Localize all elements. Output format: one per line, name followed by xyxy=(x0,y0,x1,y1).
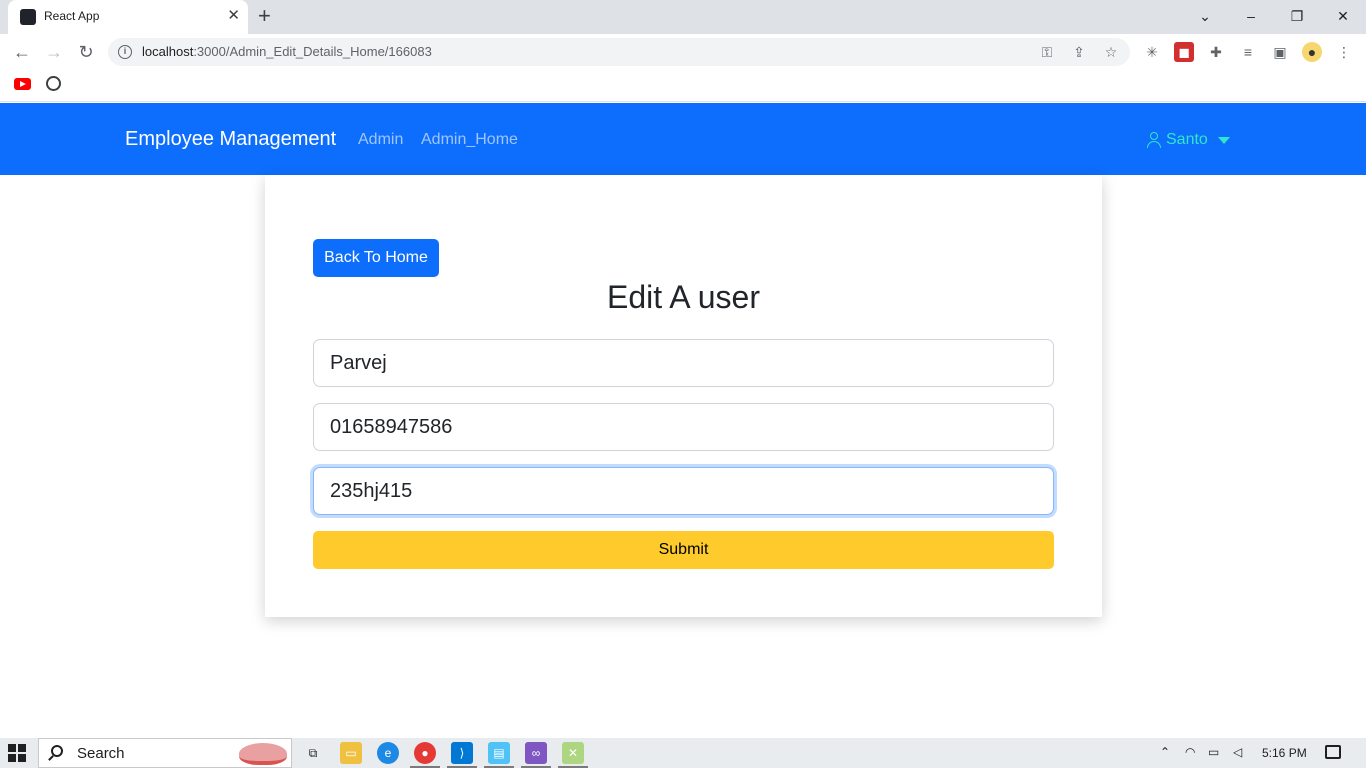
extension-bug-icon[interactable]: ✳ xyxy=(1142,42,1162,62)
close-tab-icon[interactable]: ✕ xyxy=(227,7,240,25)
page-title: Edit A user xyxy=(607,279,760,315)
file-explorer-icon[interactable]: ▭ xyxy=(340,742,362,764)
vscode-icon[interactable]: ⟩ xyxy=(447,742,477,768)
phone-input[interactable]: 01658947586 xyxy=(313,403,1054,451)
app-icon[interactable]: ✕ xyxy=(558,742,588,768)
windows-taskbar: Search ⧉ ▭ e ● ⟩ ▤ ∞ ✕ ⌃ ◠ ▭ ◁ 5:16 PM xyxy=(0,738,1366,768)
minimize-icon[interactable]: – xyxy=(1239,5,1263,27)
profile-avatar-icon[interactable]: ● xyxy=(1302,42,1322,62)
side-panel-icon[interactable]: ▣ xyxy=(1270,42,1290,62)
site-info-icon[interactable]: i xyxy=(118,45,132,59)
navbar-brand[interactable]: Employee Management xyxy=(125,128,336,151)
extension-red-icon[interactable]: ◼ xyxy=(1174,42,1194,62)
user-name: Santo xyxy=(1166,131,1208,148)
browser-tab[interactable]: React App ✕ xyxy=(8,0,248,34)
notepad-icon[interactable]: ▤ xyxy=(484,742,514,768)
edge-icon[interactable]: e xyxy=(377,742,399,764)
user-icon xyxy=(1146,132,1162,148)
reload-icon[interactable]: ↻ xyxy=(74,40,98,64)
back-to-home-button[interactable]: Back To Home xyxy=(313,239,439,277)
address-bar[interactable]: i localhost:3000/Admin_Edit_Details_Home… xyxy=(108,38,1130,66)
windows-start-icon[interactable] xyxy=(8,744,26,762)
password-input[interactable]: 235hj415 xyxy=(313,467,1054,515)
chrome-icon[interactable]: ● xyxy=(410,742,440,768)
submit-button[interactable]: Submit xyxy=(313,531,1054,569)
battery-icon[interactable]: ▭ xyxy=(1208,745,1219,759)
browser-tabstrip: React App ✕ + ⌄ – ❐ ✕ xyxy=(0,0,1366,34)
bookmark-star-icon[interactable]: ☆ xyxy=(1102,43,1120,61)
notifications-icon[interactable] xyxy=(1325,745,1341,759)
nav-link-admin[interactable]: Admin xyxy=(358,131,403,149)
wifi-icon[interactable]: ◠ xyxy=(1185,745,1195,759)
extensions-puzzle-icon[interactable]: ✚ xyxy=(1206,42,1226,62)
tray-chevron-up-icon[interactable]: ⌃ xyxy=(1160,745,1170,759)
url-text: localhost:3000/Admin_Edit_Details_Home/1… xyxy=(142,44,432,59)
nav-link-admin-home[interactable]: Admin_Home xyxy=(421,131,518,149)
globe-icon[interactable] xyxy=(46,76,61,91)
taskbar-clock[interactable]: 5:16 PM xyxy=(1262,746,1307,760)
bookmarks-bar xyxy=(0,70,1366,102)
menu-dots-icon[interactable]: ⋮ xyxy=(1334,42,1354,62)
tab-search-chevron-icon[interactable]: ⌄ xyxy=(1193,5,1217,27)
reading-list-icon[interactable]: ≡ xyxy=(1238,42,1258,62)
forward-arrow-icon[interactable]: → xyxy=(42,40,66,64)
search-highlight-pie-icon xyxy=(239,743,287,765)
back-arrow-icon[interactable]: ← xyxy=(10,40,34,64)
user-dropdown[interactable]: Santo xyxy=(1146,131,1230,149)
key-icon[interactable]: ⚿ xyxy=(1038,43,1056,61)
share-icon[interactable]: ⇪ xyxy=(1070,43,1088,61)
app-navbar: Employee Management Admin Admin_Home San… xyxy=(0,103,1366,175)
new-tab-icon[interactable]: + xyxy=(258,5,271,27)
youtube-icon[interactable] xyxy=(14,78,31,90)
tab-title: React App xyxy=(44,9,100,23)
caret-down-icon xyxy=(1217,136,1230,144)
edit-user-card: Back To Home Edit A user Parvej 01658947… xyxy=(265,175,1102,617)
url-path: :3000/Admin_Edit_Details_Home/166083 xyxy=(193,44,432,59)
taskbar-search-box[interactable]: Search xyxy=(38,738,292,768)
taskbar-search-label: Search xyxy=(77,745,125,762)
task-view-icon[interactable]: ⧉ xyxy=(302,742,324,764)
search-icon xyxy=(51,745,63,757)
volume-icon[interactable]: ◁ xyxy=(1233,745,1242,759)
visual-studio-icon[interactable]: ∞ xyxy=(521,742,551,768)
close-window-icon[interactable]: ✕ xyxy=(1331,5,1355,27)
name-input[interactable]: Parvej xyxy=(313,339,1054,387)
browser-toolbar: ← → ↻ i localhost:3000/Admin_Edit_Detail… xyxy=(0,34,1366,70)
url-host: localhost xyxy=(142,44,194,59)
react-favicon-icon xyxy=(20,9,36,25)
restore-icon[interactable]: ❐ xyxy=(1285,5,1309,27)
